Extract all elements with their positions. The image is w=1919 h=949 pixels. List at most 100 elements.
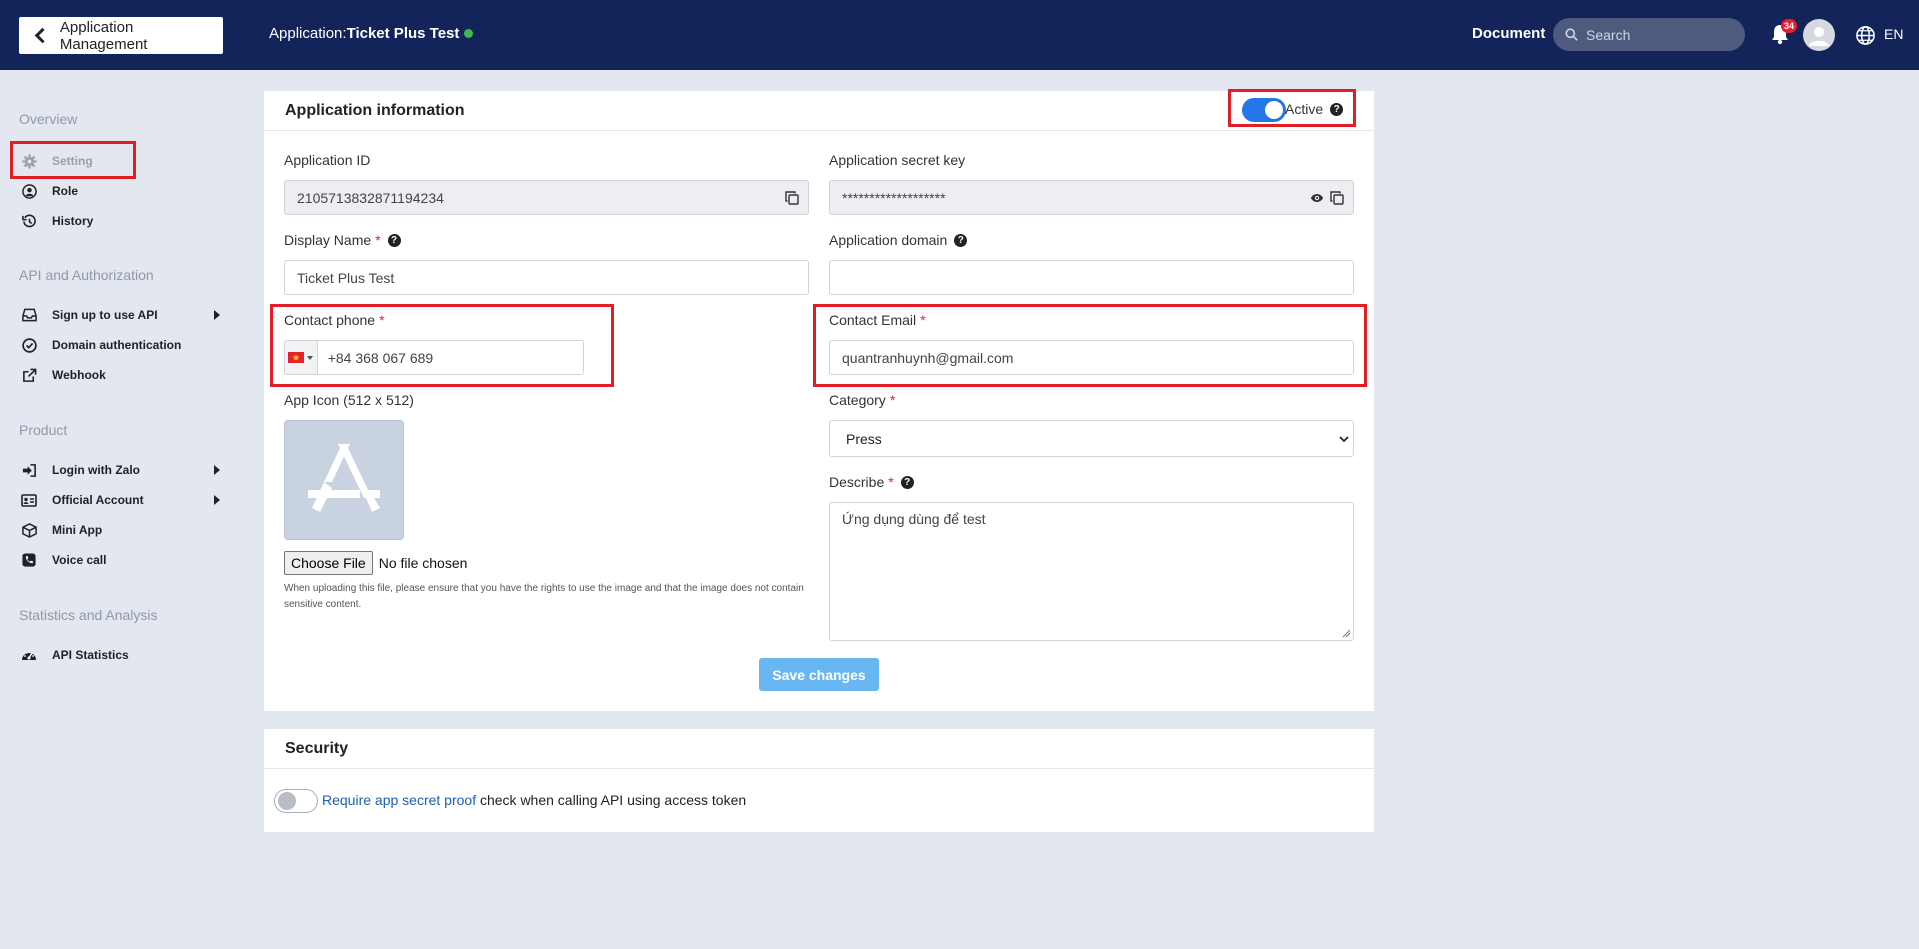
copy-icon[interactable] xyxy=(1330,191,1344,205)
category-label-text: Category xyxy=(829,392,886,408)
choose-file-button[interactable]: Choose File xyxy=(284,551,373,575)
inbox-icon xyxy=(21,308,37,322)
sidebar-item-domain-auth[interactable]: Domain authentication xyxy=(21,334,221,356)
file-input[interactable]: Choose File No file chosen xyxy=(284,551,467,575)
sidebar-section-statistics: Statistics and Analysis xyxy=(19,607,158,623)
secret-key-value: ******************* xyxy=(842,189,946,206)
display-name-input[interactable] xyxy=(297,269,808,286)
phone-icon xyxy=(22,553,36,567)
upload-note: When uploading this file, please ensure … xyxy=(284,583,804,610)
copy-icon[interactable] xyxy=(785,191,799,205)
app-secret-proof-toggle[interactable] xyxy=(274,789,318,813)
sign-in-icon xyxy=(22,463,36,477)
display-name-label-text: Display Name xyxy=(284,232,372,248)
sidebar-item-api-statistics[interactable]: API Statistics xyxy=(21,644,221,666)
sidebar-item-label: API Statistics xyxy=(52,648,129,662)
app-domain-label: Application domain ? xyxy=(829,232,968,248)
sidebar-item-webhook[interactable]: Webhook xyxy=(21,364,221,386)
sidebar-item-label: Sign up to use API xyxy=(52,308,158,322)
sidebar-item-label: Webhook xyxy=(52,368,106,382)
sidebar-item-label: History xyxy=(52,214,94,228)
sidebar-item-sign-up-api[interactable]: Sign up to use API xyxy=(21,304,221,326)
language-selector[interactable]: EN xyxy=(1884,26,1903,42)
external-link-icon xyxy=(22,368,36,382)
chevron-down-icon xyxy=(1339,436,1349,443)
sidebar-item-label: Login with Zalo xyxy=(52,463,140,477)
caret-right-icon xyxy=(214,495,220,505)
resize-handle-icon[interactable] xyxy=(1342,629,1351,638)
card-title: Application information xyxy=(264,91,1374,131)
user-circle-icon xyxy=(21,183,37,199)
cube-icon xyxy=(21,522,37,538)
top-navbar: Application Management Application: Ticke… xyxy=(0,0,1919,70)
eye-icon[interactable] xyxy=(1310,191,1324,205)
highlight-box-active xyxy=(1228,89,1356,127)
display-name-field[interactable] xyxy=(284,260,809,295)
app-domain-input[interactable] xyxy=(842,269,1353,286)
no-file-text: No file chosen xyxy=(378,555,468,571)
security-card: Security xyxy=(264,729,1374,832)
sidebar-item-label: Domain authentication xyxy=(52,338,182,352)
sidebar-item-label: Mini App xyxy=(52,523,103,537)
id-card-icon xyxy=(21,493,37,507)
describe-value: Ứng dụng dùng để test xyxy=(842,511,986,527)
chevron-left-icon xyxy=(34,27,51,44)
highlight-box-phone xyxy=(270,304,614,387)
sidebar-item-label: Official Account xyxy=(52,493,144,507)
document-link[interactable]: Document xyxy=(1472,25,1545,42)
app-id-value: 2105713832871194234 xyxy=(297,189,444,206)
security-title: Security xyxy=(264,729,1374,769)
app-id-field[interactable]: 2105713832871194234 xyxy=(284,180,809,215)
search-icon xyxy=(1565,28,1578,41)
app-icon-label: App Icon (512 x 512) xyxy=(284,392,414,408)
status-dot-icon xyxy=(464,29,474,38)
describe-textarea[interactable]: Ứng dụng dùng để test xyxy=(829,502,1354,641)
app-store-icon xyxy=(308,444,380,512)
category-label: Category * xyxy=(829,392,896,408)
sidebar-section-overview: Overview xyxy=(19,111,78,127)
gauge-icon xyxy=(22,651,36,660)
category-value: Press xyxy=(846,430,882,447)
application-title: Application: Ticket Plus Test xyxy=(269,25,474,42)
sidebar-item-role[interactable]: Role xyxy=(21,180,221,202)
history-icon xyxy=(21,214,36,227)
app-secret-proof-link[interactable]: Require app secret proof xyxy=(322,792,476,808)
highlight-box-setting xyxy=(10,141,136,179)
check-circle-icon xyxy=(21,337,37,353)
back-to-app-management-button[interactable]: Application Management xyxy=(19,17,223,54)
category-select[interactable]: Press xyxy=(829,420,1354,457)
app-domain-label-text: Application domain xyxy=(829,232,948,248)
sidebar-item-official-account[interactable]: Official Account xyxy=(21,489,221,511)
sidebar-item-label: Role xyxy=(52,184,79,198)
app-title-prefix: Application: xyxy=(269,25,347,42)
app-domain-field[interactable] xyxy=(829,260,1354,295)
sidebar-section-product: Product xyxy=(19,422,68,438)
sidebar-item-login-zalo[interactable]: Login with Zalo xyxy=(21,459,221,481)
highlight-box-email xyxy=(813,304,1367,387)
sidebar-item-voice-call[interactable]: Voice call xyxy=(21,549,221,571)
search-box[interactable] xyxy=(1553,18,1745,51)
display-name-label: Display Name * ? xyxy=(284,232,401,248)
app-icon-preview xyxy=(284,420,404,540)
sidebar-item-mini-app[interactable]: Mini App xyxy=(21,519,221,541)
help-icon[interactable]: ? xyxy=(387,233,401,247)
secret-key-field[interactable]: ******************* xyxy=(829,180,1354,215)
describe-label-text: Describe xyxy=(829,474,885,490)
app-title-name: Ticket Plus Test xyxy=(346,25,460,42)
help-icon[interactable]: ? xyxy=(954,233,968,247)
caret-right-icon xyxy=(214,310,220,320)
sidebar-item-history[interactable]: History xyxy=(21,210,221,232)
user-icon xyxy=(1809,27,1829,46)
help-icon[interactable]: ? xyxy=(900,475,914,489)
user-avatar[interactable] xyxy=(1803,19,1835,51)
sidebar-section-api: API and Authorization xyxy=(19,267,154,283)
notification-badge: 34 xyxy=(1781,19,1798,33)
sidebar-item-label: Voice call xyxy=(52,553,107,567)
save-changes-button[interactable]: Save changes xyxy=(759,658,879,691)
app-secret-proof-text: Require app secret proof check when call… xyxy=(322,792,746,808)
caret-right-icon xyxy=(214,465,220,475)
describe-label: Describe * ? xyxy=(829,474,914,490)
app-secret-proof-description: check when calling API using access toke… xyxy=(479,792,747,808)
search-input[interactable] xyxy=(1586,26,1736,43)
globe-icon[interactable] xyxy=(1855,25,1876,46)
